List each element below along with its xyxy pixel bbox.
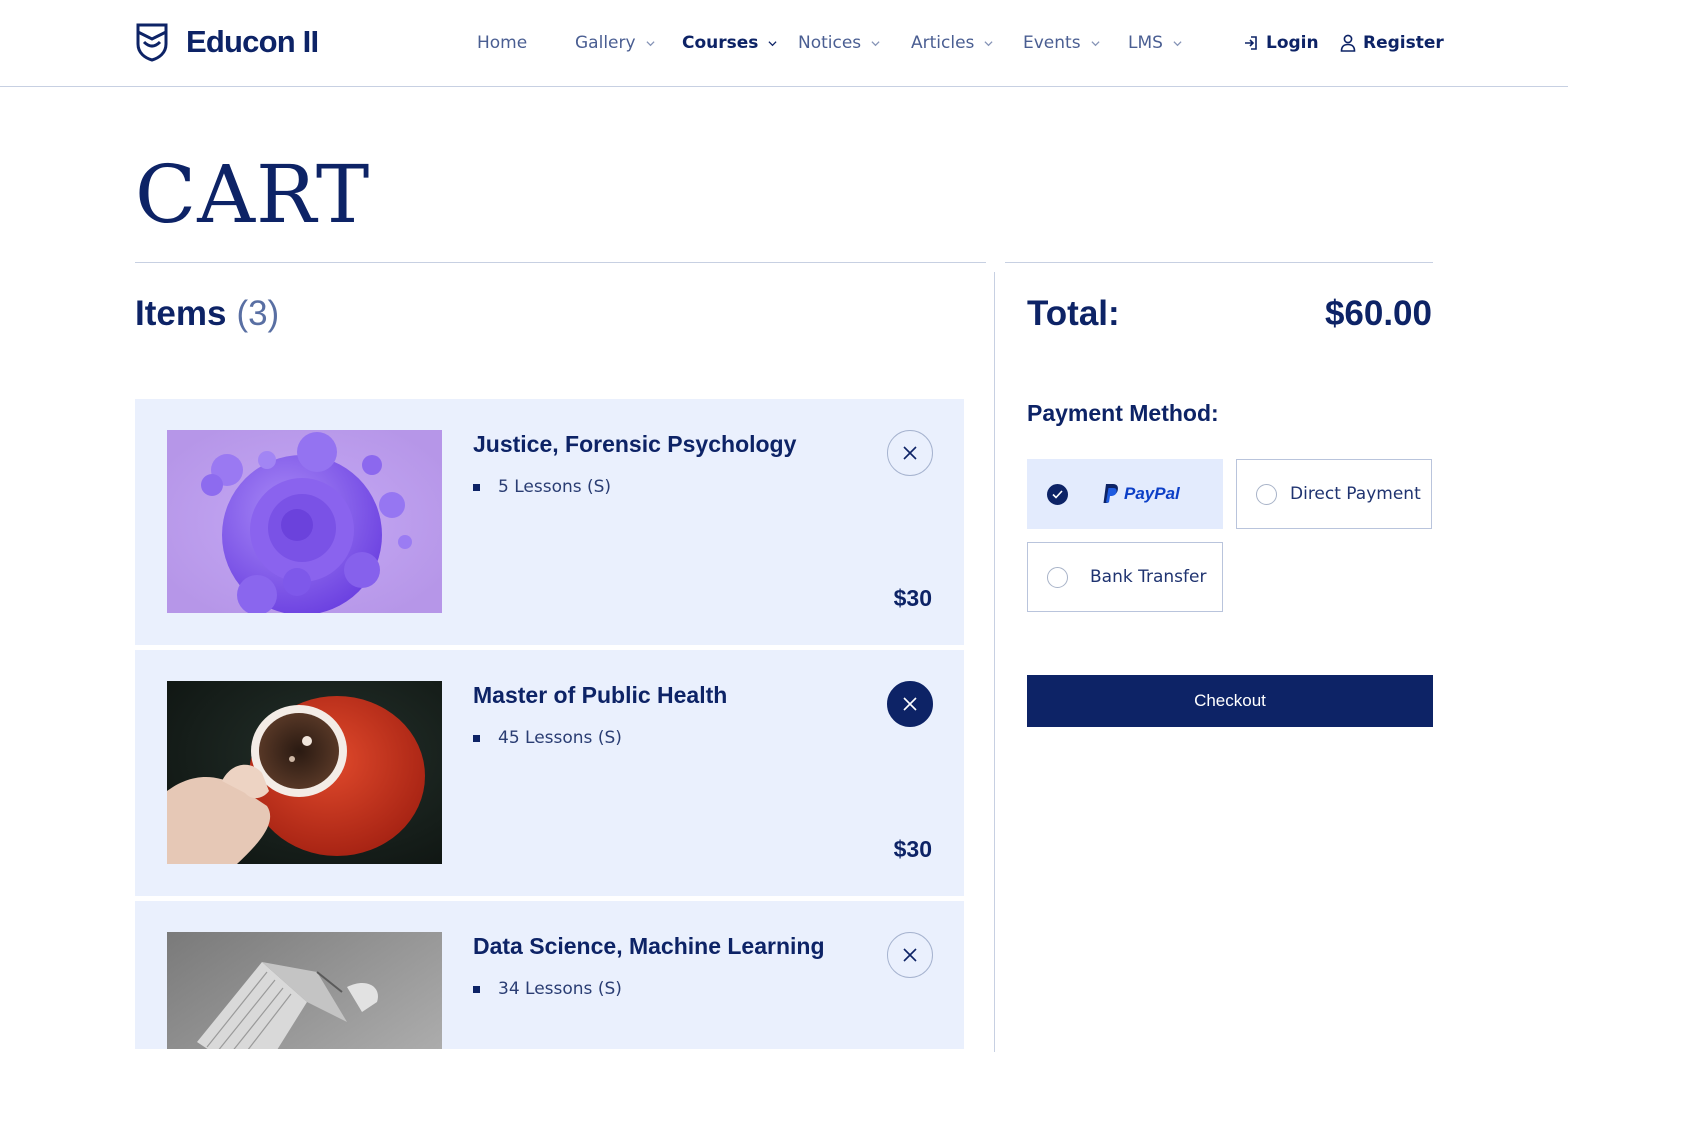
- purple-abstract-image: [167, 430, 442, 613]
- nav-item-label: Articles: [911, 33, 975, 53]
- radio-icon[interactable]: [1256, 484, 1277, 505]
- remove-item-button[interactable]: [887, 681, 933, 727]
- column-divider: [994, 272, 995, 1052]
- shield-logo-icon: [136, 23, 168, 62]
- login-icon: [1245, 36, 1257, 50]
- bullet-icon: [473, 985, 480, 993]
- radio-icon[interactable]: [1047, 567, 1068, 588]
- bullet-icon: [473, 483, 480, 491]
- nav-item-notices[interactable]: Notices: [798, 31, 880, 55]
- close-icon: [903, 697, 917, 711]
- brand-logo[interactable]: Educon II: [135, 22, 319, 62]
- radio-checked-icon[interactable]: [1047, 484, 1068, 505]
- check-icon: [1052, 490, 1063, 499]
- chevron-down-icon: [1173, 40, 1182, 46]
- nav-item-label: Home: [477, 33, 528, 53]
- cart-list: Justice, Forensic Psychology 5 Lessons (…: [135, 399, 964, 1049]
- course-thumbnail[interactable]: [167, 430, 442, 613]
- total-value: $60.00: [1324, 294, 1432, 333]
- lessons-label: 45 Lessons (S): [498, 728, 622, 748]
- cart-item: Master of Public Health 45 Lessons (S) $…: [135, 650, 964, 896]
- payment-option-bank-transfer[interactable]: Bank Transfer: [1027, 542, 1223, 612]
- items-heading-label: Items: [135, 294, 227, 333]
- page-title: CART: [135, 148, 371, 241]
- course-lessons: 45 Lessons (S): [473, 728, 622, 748]
- paypal-logo: PayPal: [1102, 483, 1180, 504]
- close-icon: [903, 948, 917, 962]
- course-price: $30: [893, 836, 932, 862]
- bullet-icon: [473, 734, 480, 742]
- nav-item-lms[interactable]: LMS: [1128, 31, 1182, 55]
- nav-item-articles[interactable]: Articles: [911, 31, 993, 55]
- site-header: Educon II Home Gallery Courses Notices A…: [0, 0, 1568, 87]
- paypal-label: PayPal: [1124, 483, 1180, 503]
- payment-option-label: Bank Transfer: [1090, 567, 1207, 587]
- open-book-image: [167, 932, 442, 1049]
- nav-item-events[interactable]: Events: [1023, 31, 1100, 55]
- checkout-button[interactable]: Checkout: [1027, 675, 1433, 727]
- course-thumbnail[interactable]: [167, 932, 442, 1049]
- course-title[interactable]: Master of Public Health: [473, 682, 727, 709]
- items-heading: Items (3): [135, 294, 279, 334]
- course-title[interactable]: Justice, Forensic Psychology: [473, 431, 796, 458]
- course-thumbnail[interactable]: [167, 681, 442, 864]
- chevron-down-icon: [871, 40, 880, 46]
- lessons-label: 5 Lessons (S): [498, 477, 612, 497]
- course-lessons: 5 Lessons (S): [473, 477, 611, 497]
- total-label: Total:: [1027, 294, 1120, 333]
- course-lessons: 34 Lessons (S): [473, 979, 622, 999]
- course-title[interactable]: Data Science, Machine Learning: [473, 933, 825, 960]
- chevron-down-icon: [646, 40, 655, 46]
- payment-method-title: Payment Method:: [1027, 400, 1219, 426]
- cart-item: Justice, Forensic Psychology 5 Lessons (…: [135, 399, 964, 645]
- lessons-label: 34 Lessons (S): [498, 979, 622, 999]
- nav-item-label: Gallery: [575, 33, 636, 53]
- divider: [1005, 262, 1433, 263]
- chevron-down-icon: [1091, 40, 1100, 46]
- nav-item-label: Notices: [798, 33, 862, 53]
- course-price: $30: [893, 585, 932, 611]
- close-icon: [903, 446, 917, 460]
- coffee-cup-image: [167, 681, 442, 864]
- nav-item-courses[interactable]: Courses: [682, 31, 777, 55]
- register-link[interactable]: Register: [1340, 31, 1444, 55]
- items-count: (3): [236, 294, 280, 333]
- brand-name: Educon II: [186, 24, 319, 59]
- nav-item-label: Courses: [682, 33, 759, 53]
- payment-option-paypal[interactable]: PayPal: [1027, 459, 1223, 529]
- chevron-down-icon: [984, 40, 993, 46]
- payment-option-label: Direct Payment: [1290, 484, 1421, 504]
- login-link[interactable]: Login: [1243, 31, 1319, 55]
- nav-item-label: LMS: [1128, 33, 1163, 53]
- login-label: Login: [1266, 33, 1319, 53]
- nav-item-home[interactable]: Home: [477, 31, 527, 55]
- payment-option-direct[interactable]: Direct Payment: [1236, 459, 1432, 529]
- divider: [135, 262, 986, 263]
- cart-item: Data Science, Machine Learning 34 Lesson…: [135, 901, 964, 1049]
- remove-item-button[interactable]: [887, 430, 933, 476]
- chevron-down-icon: [768, 40, 777, 46]
- user-icon: [1340, 34, 1356, 52]
- paypal-icon: [1103, 484, 1118, 503]
- register-label: Register: [1363, 33, 1444, 53]
- nav-item-gallery[interactable]: Gallery: [575, 31, 655, 55]
- remove-item-button[interactable]: [887, 932, 933, 978]
- nav-item-label: Events: [1023, 33, 1081, 53]
